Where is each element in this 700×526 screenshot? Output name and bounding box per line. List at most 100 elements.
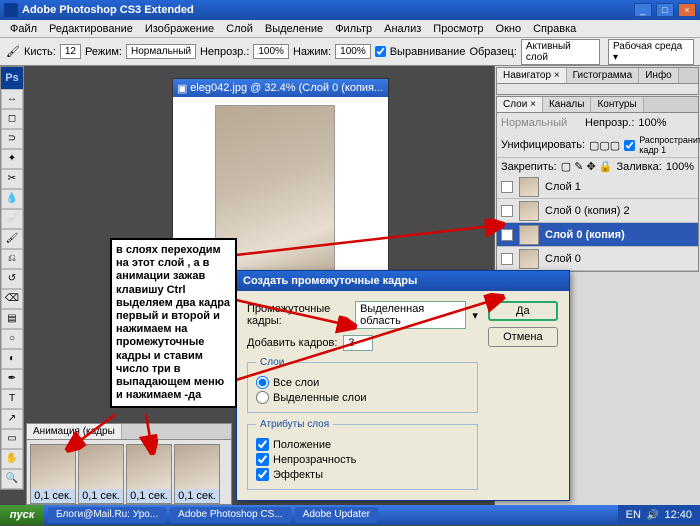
shape-tool[interactable]: ▭ — [1, 429, 23, 449]
eye-icon[interactable] — [501, 181, 513, 193]
anim-frame[interactable]: 0,1 сек. — [126, 444, 172, 504]
workspace-menu[interactable]: Рабочая среда ▾ — [608, 39, 694, 65]
close-button[interactable]: × — [678, 3, 696, 17]
move-tool[interactable]: ↔ — [1, 89, 23, 109]
hand-tool[interactable]: ✋ — [1, 449, 23, 469]
taskbar-item[interactable]: Блоги@Mail.Ru: Уро... — [48, 507, 166, 523]
chevron-down-icon[interactable]: ▾ — [472, 309, 478, 322]
tab-animation[interactable]: Анимация (кадры — [27, 424, 122, 439]
all-layers-radio[interactable] — [256, 376, 269, 389]
system-tray[interactable]: EN 🔊 12:40 — [618, 505, 700, 525]
tab-layers[interactable]: Слои × — [497, 97, 543, 112]
unify-label: Унифицировать: — [501, 139, 585, 151]
tab-navigator[interactable]: Навигатор × — [497, 68, 567, 83]
layer-thumb — [519, 177, 539, 197]
sample-label: Образец: — [469, 46, 516, 58]
opacity-label: Непрозр.: — [200, 46, 249, 58]
cancel-button[interactable]: Отмена — [488, 327, 558, 347]
dialog-title[interactable]: Создать промежуточные кадры — [237, 271, 569, 291]
menu-edit[interactable]: Редактирование — [43, 23, 139, 35]
tab-paths[interactable]: Контуры — [591, 97, 643, 112]
menu-filter[interactable]: Фильтр — [329, 23, 378, 35]
menu-select[interactable]: Выделение — [259, 23, 329, 35]
fill-input[interactable]: 100% — [666, 161, 694, 173]
zoom-tool[interactable]: 🔍 — [1, 469, 23, 489]
document-title: eleg042.jpg @ 32.4% (Слой 0 (копия... — [190, 82, 383, 94]
gradient-tool[interactable]: ▤ — [1, 309, 23, 329]
brush-label: Кисть: — [24, 46, 56, 58]
layer-row[interactable]: Слой 0 — [497, 247, 698, 271]
opacity-input[interactable]: 100% — [253, 44, 289, 59]
dodge-tool[interactable]: ◐ — [1, 349, 23, 369]
brush-tool[interactable]: 🖌 — [1, 229, 23, 249]
tab-channels[interactable]: Каналы — [543, 97, 592, 112]
ps-icon[interactable]: 🖌 — [6, 45, 20, 58]
menu-analysis[interactable]: Анализ — [378, 23, 427, 35]
eraser-tool[interactable]: ⌫ — [1, 289, 23, 309]
app-title: Adobe Photoshop CS3 Extended — [22, 4, 633, 16]
tween-select[interactable]: Выделенная область — [355, 301, 466, 329]
crop-tool[interactable]: ✂ — [1, 169, 23, 189]
layer-opacity-input[interactable]: 100% — [638, 117, 666, 129]
mode-select[interactable]: Нормальный — [126, 44, 196, 59]
menu-layer[interactable]: Слой — [220, 23, 259, 35]
effects-check[interactable] — [256, 468, 269, 481]
wand-tool[interactable]: ✦ — [1, 149, 23, 169]
menu-view[interactable]: Просмотр — [427, 23, 489, 35]
opacity-check[interactable] — [256, 453, 269, 466]
start-button[interactable]: пуск — [0, 505, 44, 525]
straighten-check[interactable] — [375, 46, 386, 57]
lang-indicator[interactable]: EN — [626, 509, 641, 521]
menu-help[interactable]: Справка — [527, 23, 582, 35]
pen-tool[interactable]: ✒ — [1, 369, 23, 389]
layer-row-selected[interactable]: Слой 0 (копия) — [497, 223, 698, 247]
path-tool[interactable]: ↗ — [1, 409, 23, 429]
params-legend: Атрибуты слоя — [256, 419, 333, 430]
brush-picker[interactable]: 12 — [60, 44, 81, 59]
layer-row[interactable]: Слой 0 (копия) 2 — [497, 199, 698, 223]
opacity-label: Непрозрачность — [273, 454, 356, 466]
text-tool[interactable]: T — [1, 389, 23, 409]
flow-input[interactable]: 100% — [335, 44, 371, 59]
layer-row[interactable]: Слой 1 — [497, 175, 698, 199]
eye-icon[interactable] — [501, 229, 513, 241]
lasso-tool[interactable]: ⊃ — [1, 129, 23, 149]
toolbox: Ps ↔ ◻ ⊃ ✦ ✂ 💧 🩹 🖌 ⎌ ↺ ⌫ ▤ ○ ◐ ✒ T ↗ ▭ ✋… — [0, 66, 24, 490]
tab-histogram[interactable]: Гистограмма — [567, 68, 640, 83]
blend-mode-select[interactable]: Нормальный — [501, 117, 581, 129]
anim-frame[interactable]: 0,1 сек. — [30, 444, 76, 504]
minimize-button[interactable]: _ — [634, 3, 652, 17]
marquee-tool[interactable]: ◻ — [1, 109, 23, 129]
eye-icon[interactable] — [501, 253, 513, 265]
taskbar-item[interactable]: Adobe Updater — [295, 507, 378, 523]
add-frames-input[interactable] — [343, 335, 373, 351]
eyedropper-tool[interactable]: 💧 — [1, 189, 23, 209]
ps-badge[interactable]: Ps — [1, 67, 23, 89]
position-check[interactable] — [256, 438, 269, 451]
document-titlebar[interactable]: ▣ eleg042.jpg @ 32.4% (Слой 0 (копия... — [173, 79, 388, 97]
params-fieldset: Атрибуты слоя Положение Непрозрачность Э… — [247, 419, 478, 490]
menu-image[interactable]: Изображение — [139, 23, 220, 35]
sample-select[interactable]: Активный слой — [521, 39, 600, 65]
propagate-check[interactable] — [624, 140, 635, 151]
tab-info[interactable]: Инфо — [639, 68, 679, 83]
sel-layers-radio[interactable] — [256, 391, 269, 404]
menu-file[interactable]: Файл — [4, 23, 43, 35]
menu-window[interactable]: Окно — [490, 23, 528, 35]
anim-frame[interactable]: 0,1 сек. — [78, 444, 124, 504]
stamp-tool[interactable]: ⎌ — [1, 249, 23, 269]
straighten-label: Выравнивание — [390, 46, 466, 58]
history-brush-tool[interactable]: ↺ — [1, 269, 23, 289]
unify-icon[interactable]: ▢▢▢ — [589, 139, 620, 152]
animation-panel: Анимация (кадры 0,1 сек. 0,1 сек. 0,1 се… — [26, 423, 232, 505]
layer-name: Слой 0 (копия) — [545, 229, 625, 241]
lock-icons[interactable]: ▢ ✎ ✥ 🔒 — [561, 160, 613, 173]
anim-frame[interactable]: 0,1 сек. — [174, 444, 220, 504]
maximize-button[interactable]: □ — [656, 3, 674, 17]
ok-button[interactable]: Да — [488, 301, 558, 321]
taskbar-item[interactable]: Adobe Photoshop CS... — [170, 507, 291, 523]
layer-name: Слой 1 — [545, 181, 581, 193]
eye-icon[interactable] — [501, 205, 513, 217]
blur-tool[interactable]: ○ — [1, 329, 23, 349]
heal-tool[interactable]: 🩹 — [1, 209, 23, 229]
